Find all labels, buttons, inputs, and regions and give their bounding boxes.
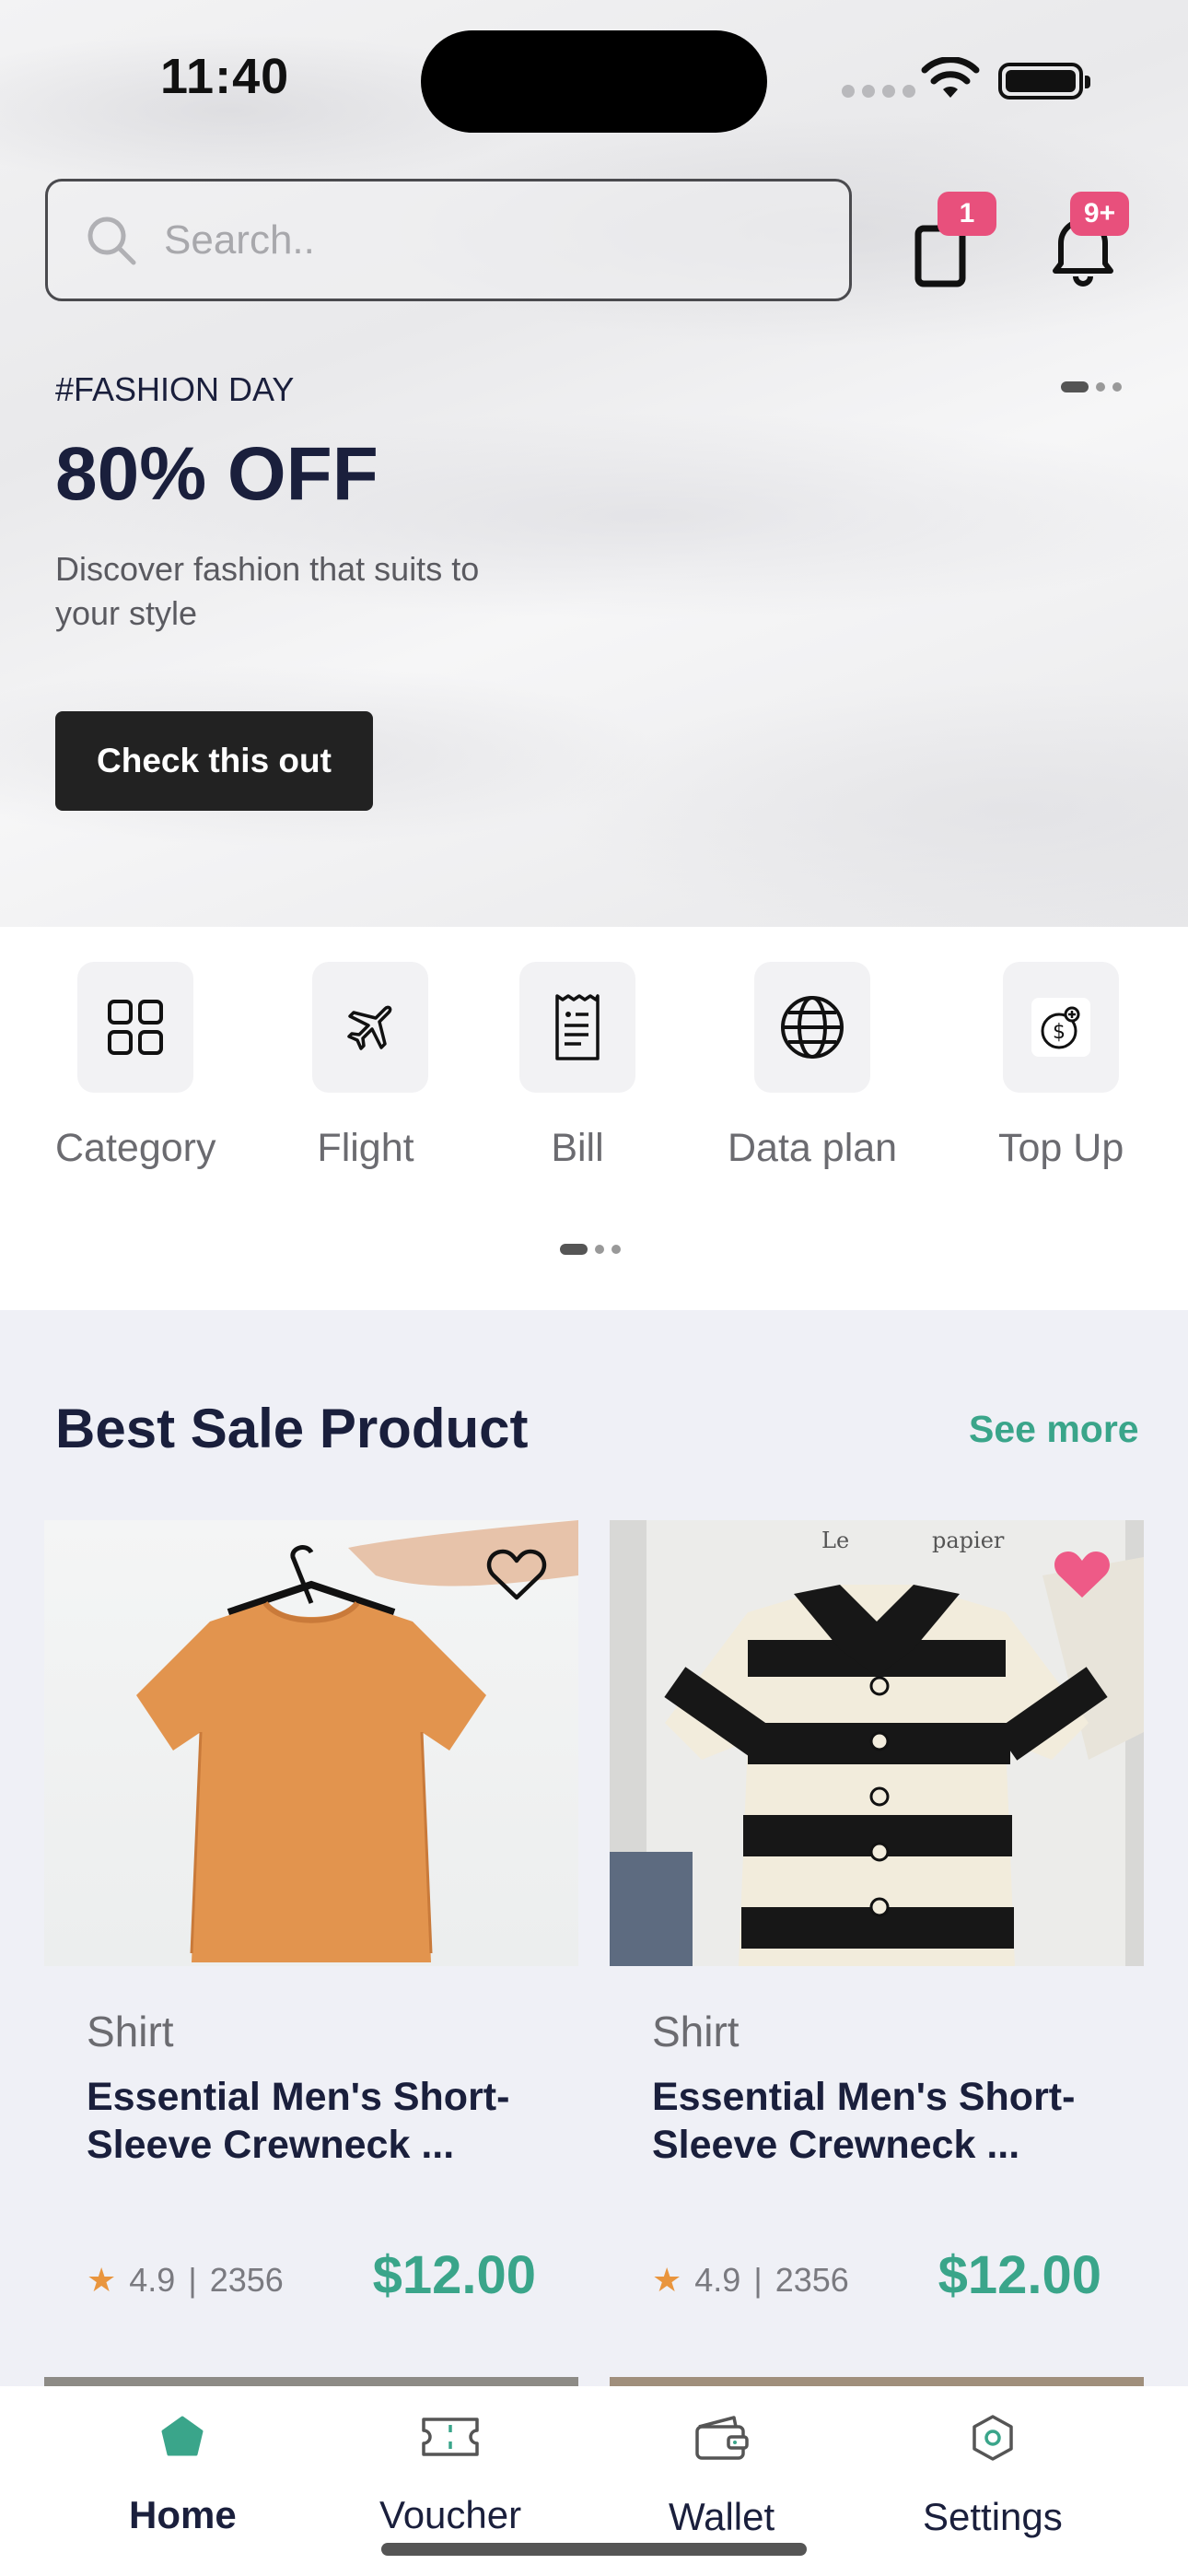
rating-separator: | [753, 2261, 763, 2299]
dynamic-island [421, 30, 767, 133]
tab-wallet[interactable]: Wallet [669, 2414, 775, 2539]
service-category[interactable]: Category [55, 962, 215, 1171]
product-price: $12.00 [372, 2245, 536, 2305]
service-data-plan[interactable]: Data plan [728, 962, 897, 1171]
grid-icon [108, 1000, 164, 1055]
product-category: Shirt [87, 2008, 174, 2055]
banner-title: 80% OFF [55, 432, 379, 516]
service-label: Data plan [728, 1126, 898, 1170]
star-icon: ★ [87, 2261, 117, 2299]
heart-outline-icon[interactable] [486, 1548, 547, 1603]
services-row: Category Flight Bill Data plan $ Top Up [0, 927, 1188, 1310]
heart-filled-icon[interactable] [1052, 1548, 1112, 1603]
cart-badge: 1 [938, 192, 996, 236]
hero-banner: 11:40 1 9+ #FASHION DAY 80% OFF Discover… [0, 0, 1188, 927]
cart-button[interactable]: 1 [906, 192, 1007, 293]
search-input[interactable] [164, 217, 809, 263]
banner-page-indicator[interactable] [1061, 381, 1122, 392]
notification-button[interactable]: 9+ [1039, 192, 1140, 293]
next-product-image-edge [610, 2377, 1144, 2386]
home-indicator[interactable] [381, 2543, 807, 2556]
battery-icon [998, 63, 1090, 100]
service-bill[interactable]: Bill [519, 962, 635, 1171]
service-label: Flight [317, 1126, 414, 1170]
service-label: Category [55, 1126, 216, 1170]
product-name: Essential Men's Short-Sleeve Crewneck ..… [87, 2075, 510, 2167]
review-count: 2356 [209, 2261, 284, 2299]
product-rating: ★ 4.9 | 2356 [652, 2261, 849, 2300]
receipt-icon [555, 994, 600, 1060]
next-product-image-edge [44, 2377, 578, 2386]
rating-value: 4.9 [129, 2261, 176, 2299]
home-icon [161, 2416, 204, 2456]
service-label: Bill [551, 1126, 604, 1170]
tab-label: Home [129, 2493, 237, 2536]
svg-text:$: $ [1053, 1021, 1066, 1044]
wifi-icon [921, 57, 980, 98]
search-icon [87, 217, 136, 264]
product-card[interactable]: Le papier Shirt Essential Men's Short-Sl… [610, 1520, 1144, 2359]
services-page-indicator[interactable] [560, 1244, 621, 1255]
tab-home[interactable]: Home [129, 2414, 237, 2537]
rating-value: 4.9 [694, 2261, 741, 2299]
service-top-up[interactable]: $ Top Up [998, 962, 1124, 1171]
search-bar[interactable] [45, 179, 852, 301]
dollar-coin-icon: $ [1031, 998, 1091, 1057]
svg-text:Le: Le [821, 1528, 849, 1553]
check-this-out-button[interactable]: Check this out [55, 711, 373, 811]
banner-description: Discover fashion that suits to your styl… [55, 550, 480, 632]
product-card[interactable]: Shirt Essential Men's Short-Sleeve Crewn… [44, 1520, 578, 2359]
product-price: $12.00 [938, 2245, 1101, 2305]
service-flight[interactable]: Flight [312, 962, 428, 1171]
settings-icon [973, 2415, 1013, 2461]
tab-label: Wallet [669, 2495, 775, 2538]
product-category: Shirt [652, 2008, 740, 2055]
airplane-icon [347, 1005, 392, 1050]
tab-settings[interactable]: Settings [923, 2414, 1063, 2539]
svg-text:papier: papier [932, 1528, 1005, 1553]
service-label: Top Up [998, 1126, 1124, 1170]
product-rating: ★ 4.9 | 2356 [87, 2261, 284, 2300]
section-title: Best Sale Product [55, 1398, 529, 1459]
see-more-link[interactable]: See more [969, 1408, 1139, 1451]
tab-label: Voucher [379, 2493, 522, 2536]
tab-voucher[interactable]: Voucher [379, 2414, 521, 2537]
product-image [44, 1520, 578, 1966]
product-image: Le papier [610, 1520, 1144, 1966]
product-name: Essential Men's Short-Sleeve Crewneck ..… [652, 2075, 1076, 2167]
rating-separator: | [188, 2261, 197, 2299]
globe-icon [781, 996, 844, 1059]
cellular-signal-icon [842, 85, 915, 98]
banner-tag: #FASHION DAY [55, 370, 295, 408]
wallet-icon [694, 2416, 749, 2460]
ticket-icon [422, 2418, 479, 2456]
review-count: 2356 [775, 2261, 849, 2299]
status-time: 11:40 [160, 49, 290, 104]
star-icon: ★ [652, 2261, 682, 2299]
notification-badge: 9+ [1070, 192, 1129, 236]
tab-label: Settings [923, 2495, 1063, 2538]
